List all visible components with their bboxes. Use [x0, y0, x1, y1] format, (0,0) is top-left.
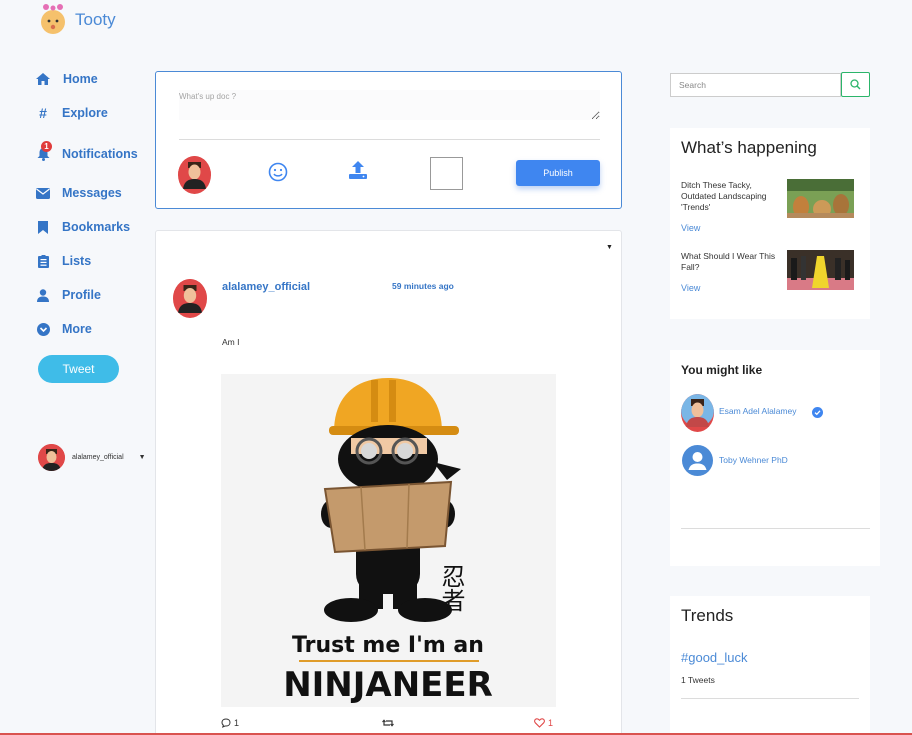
upload-icon[interactable] — [348, 160, 368, 185]
divider — [681, 698, 859, 699]
search-icon — [850, 79, 861, 90]
comment-action[interactable]: 1 — [221, 718, 239, 728]
whats-happening-title: What’s happening — [681, 138, 817, 157]
current-user-avatar — [38, 444, 65, 471]
nav-lists-label: Lists — [62, 254, 92, 268]
nav-lists[interactable]: Lists — [36, 254, 91, 268]
search-input[interactable]: Search — [670, 73, 841, 97]
news-item-thumbnail[interactable] — [787, 179, 854, 218]
user-icon — [36, 288, 50, 302]
news-item-view-link[interactable]: View — [681, 283, 700, 293]
emoji-icon[interactable] — [268, 162, 288, 187]
nav-more-label: More — [62, 322, 92, 336]
you-might-like-card: You might like Esam Adel Alalamey Toby W… — [670, 350, 880, 566]
caret-down-icon[interactable]: ▼ — [139, 454, 146, 461]
post-menu-caret-icon[interactable]: ▼ — [606, 244, 613, 251]
news-item-title[interactable]: Ditch These Tacky, Outdated Landscaping … — [681, 180, 785, 213]
retweet-icon — [382, 719, 394, 727]
app-title: Tooty — [75, 10, 116, 29]
image-caption-top: Trust me I'm an — [292, 633, 484, 658]
account-switcher[interactable]: alalamey_official ▼ — [38, 444, 146, 471]
image-caption-bottom: NINJANEER — [283, 665, 493, 705]
image-preview-box[interactable] — [430, 157, 463, 190]
retweet-action[interactable] — [382, 718, 394, 728]
nav-explore[interactable]: # Explore — [36, 105, 108, 121]
envelope-icon — [36, 186, 50, 200]
like-action[interactable]: 1 — [534, 718, 553, 728]
suggested-user-name[interactable]: Toby Wehner PhD — [719, 455, 788, 465]
chevron-circle-icon — [36, 322, 50, 336]
post-timestamp: 59 minutes ago — [392, 281, 454, 291]
nav-home-label: Home — [63, 72, 98, 86]
trends-card: Trends #good_luck 1 Tweets — [670, 596, 870, 735]
bell-icon: 1 — [36, 141, 52, 161]
nav-bookmarks-label: Bookmarks — [62, 220, 131, 234]
post-author-name[interactable]: alalamey_official — [222, 281, 310, 293]
nav-messages[interactable]: Messages — [36, 186, 122, 200]
baby-face-icon — [41, 4, 65, 34]
kanji-text: 忍者 — [437, 564, 465, 612]
suggested-user-name[interactable]: Esam Adel Alalamey — [719, 406, 796, 416]
default-user-icon[interactable] — [682, 445, 713, 481]
app-logo[interactable]: Tooty — [38, 4, 116, 36]
hash-icon: # — [39, 105, 47, 121]
list-icon — [36, 254, 50, 268]
nav-bookmarks[interactable]: Bookmarks — [36, 220, 130, 234]
post-card: ▼ alalamey_official 59 minutes ago Am I — [155, 230, 622, 735]
you-might-like-title: You might like — [681, 363, 763, 377]
compose-avatar — [178, 156, 211, 194]
verified-icon — [812, 405, 823, 423]
nav-profile[interactable]: Profile — [36, 288, 101, 302]
publish-button[interactable]: Publish — [516, 160, 600, 186]
compose-box: Publish — [155, 71, 622, 209]
nav-messages-label: Messages — [62, 186, 122, 200]
nav-home[interactable]: Home — [36, 72, 98, 86]
post-image[interactable]: 忍者 Trust me I'm an NINJANEER — [221, 374, 556, 707]
news-item-thumbnail[interactable] — [787, 250, 854, 290]
whats-happening-card: What’s happening Ditch These Tacky, Outd… — [670, 128, 870, 319]
home-icon — [36, 72, 50, 86]
news-item-view-link[interactable]: View — [681, 223, 700, 233]
nav-notifications[interactable]: 1 Notifications — [36, 141, 138, 161]
trends-title: Trends — [681, 606, 734, 625]
comment-icon — [221, 718, 231, 728]
news-item-title[interactable]: What Should I Wear This Fall? — [681, 251, 785, 273]
compose-divider — [179, 139, 600, 140]
nav-explore-label: Explore — [62, 106, 108, 120]
nav-notifications-label: Notifications — [62, 147, 138, 161]
tweet-button[interactable]: Tweet — [38, 355, 119, 383]
nav-profile-label: Profile — [62, 288, 101, 302]
nav-more[interactable]: More — [36, 322, 92, 336]
divider — [681, 528, 870, 529]
compose-input[interactable] — [179, 90, 600, 120]
search-button[interactable] — [841, 72, 870, 97]
trend-count: 1 Tweets — [681, 675, 715, 685]
current-user-name: alalamey_official — [72, 454, 124, 461]
post-text: Am I — [222, 337, 240, 347]
post-author-avatar[interactable] — [173, 279, 207, 318]
suggested-user-avatar[interactable] — [681, 394, 714, 432]
heart-icon — [534, 718, 545, 728]
bookmark-icon — [36, 220, 50, 234]
like-count: 1 — [548, 718, 554, 728]
ninja-illustration: 忍者 Trust me I'm an NINJANEER — [221, 374, 556, 707]
trend-tag[interactable]: #good_luck — [681, 650, 748, 665]
comment-count: 1 — [234, 718, 240, 728]
notification-badge: 1 — [41, 141, 52, 152]
